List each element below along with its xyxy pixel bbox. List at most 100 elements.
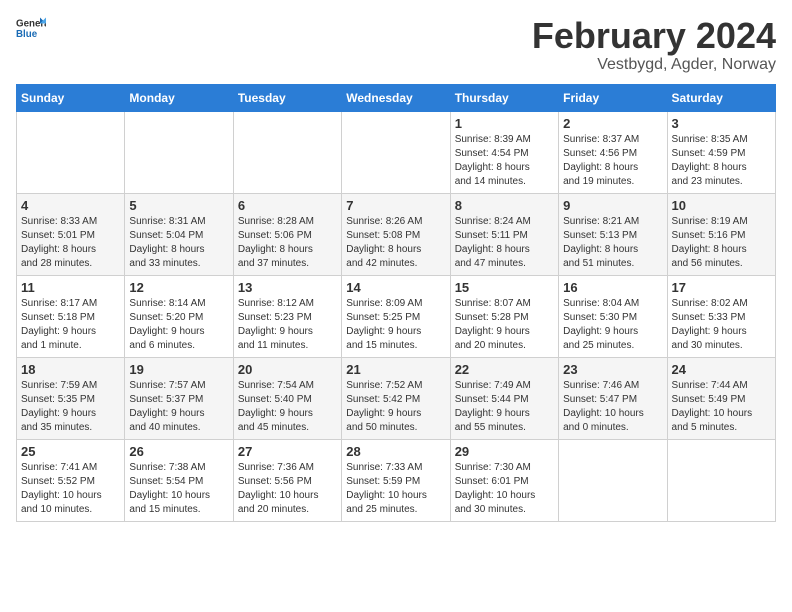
day-number: 16 (563, 280, 662, 295)
calendar-cell: 11Sunrise: 8:17 AMSunset: 5:18 PMDayligh… (17, 275, 125, 357)
day-number: 17 (672, 280, 771, 295)
calendar-cell: 17 Sunrise: 8:02 AMSunset: 5:33 PMDayligh… (667, 275, 775, 357)
day-number: 4 (21, 198, 120, 213)
day-info: Sunrise: 7:49 AMSunset: 5:44 PMDaylight:… (455, 379, 554, 435)
day-info: Sunrise: 8:35 AMSunset: 4:59 PMDaylight:… (672, 133, 771, 189)
calendar-cell: 22 Sunrise: 7:49 AMSunset: 5:44 PMDayligh… (450, 357, 558, 439)
logo-icon: General Blue (16, 16, 46, 40)
calendar-cell: 21 Sunrise: 7:52 AMSunset: 5:42 PMDayligh… (342, 357, 450, 439)
calendar-table: SundayMondayTuesdayWednesdayThursdayFrid… (16, 84, 776, 522)
day-info: Sunrise: 8:31 AMSunset: 5:04 PMDaylight:… (129, 215, 228, 271)
header-friday: Friday (559, 84, 667, 111)
day-info: Sunrise: 8:24 AMSunset: 5:11 PMDaylight:… (455, 215, 554, 271)
calendar-cell: 1 Sunrise: 8:39 AMSunset: 4:54 PMDaylight… (450, 111, 558, 193)
header-wednesday: Wednesday (342, 84, 450, 111)
day-number: 2 (563, 116, 662, 131)
day-number: 15 (455, 280, 554, 295)
header: General Blue February 2024 Vestbygd, Agd… (16, 16, 776, 74)
calendar-cell (233, 111, 341, 193)
day-number: 12 (129, 280, 228, 295)
day-info: Sunrise: 8:39 AMSunset: 4:54 PMDaylight:… (455, 133, 554, 189)
day-number: 21 (346, 362, 445, 377)
calendar-cell: 4 Sunrise: 8:33 AMSunset: 5:01 PMDaylight… (17, 193, 125, 275)
header-tuesday: Tuesday (233, 84, 341, 111)
day-number: 28 (346, 444, 445, 459)
day-info: Sunrise: 8:07 AMSunset: 5:28 PMDaylight:… (455, 297, 554, 353)
calendar-cell (17, 111, 125, 193)
day-info: Sunrise: 7:30 AMSunset: 6:01 PMDaylight:… (455, 461, 554, 517)
calendar-cell: 5 Sunrise: 8:31 AMSunset: 5:04 PMDaylight… (125, 193, 233, 275)
calendar-cell: 7Sunrise: 8:26 AMSunset: 5:08 PMDaylight… (342, 193, 450, 275)
day-number: 13 (238, 280, 337, 295)
calendar-cell (667, 439, 775, 521)
day-info: Sunrise: 7:54 AMSunset: 5:40 PMDaylight:… (238, 379, 337, 435)
day-info: Sunrise: 8:26 AMSunset: 5:08 PMDaylight:… (346, 215, 445, 271)
day-info: Sunrise: 7:33 AMSunset: 5:59 PMDaylight:… (346, 461, 445, 517)
header-thursday: Thursday (450, 84, 558, 111)
calendar-cell: 27 Sunrise: 7:36 AMSunset: 5:56 PMDayligh… (233, 439, 341, 521)
calendar-cell: 20 Sunrise: 7:54 AMSunset: 5:40 PMDayligh… (233, 357, 341, 439)
day-info: Sunrise: 8:33 AMSunset: 5:01 PMDaylight:… (21, 215, 120, 271)
calendar-cell: 16 Sunrise: 8:04 AMSunset: 5:30 PMDayligh… (559, 275, 667, 357)
day-info: Sunrise: 8:21 AMSunset: 5:13 PMDaylight:… (563, 215, 662, 271)
day-number: 19 (129, 362, 228, 377)
week-row-3: 11Sunrise: 8:17 AMSunset: 5:18 PMDayligh… (17, 275, 776, 357)
calendar-cell: 18Sunrise: 7:59 AMSunset: 5:35 PMDayligh… (17, 357, 125, 439)
day-number: 29 (455, 444, 554, 459)
day-number: 22 (455, 362, 554, 377)
calendar-cell: 26Sunrise: 7:38 AMSunset: 5:54 PMDayligh… (125, 439, 233, 521)
header-saturday: Saturday (667, 84, 775, 111)
day-info: Sunrise: 8:09 AMSunset: 5:25 PMDaylight:… (346, 297, 445, 353)
calendar-cell: 15 Sunrise: 8:07 AMSunset: 5:28 PMDayligh… (450, 275, 558, 357)
calendar-cell (559, 439, 667, 521)
day-info: Sunrise: 7:52 AMSunset: 5:42 PMDaylight:… (346, 379, 445, 435)
calendar-cell: 2 Sunrise: 8:37 AMSunset: 4:56 PMDaylight… (559, 111, 667, 193)
title-section: February 2024 Vestbygd, Agder, Norway (532, 16, 776, 74)
day-number: 14 (346, 280, 445, 295)
subtitle: Vestbygd, Agder, Norway (532, 56, 776, 74)
day-info: Sunrise: 7:41 AMSunset: 5:52 PMDaylight:… (21, 461, 120, 517)
day-number: 24 (672, 362, 771, 377)
calendar-cell: 23 Sunrise: 7:46 AMSunset: 5:47 PMDayligh… (559, 357, 667, 439)
day-number: 20 (238, 362, 337, 377)
calendar-cell: 8 Sunrise: 8:24 AMSunset: 5:11 PMDaylight… (450, 193, 558, 275)
day-info: Sunrise: 8:12 AMSunset: 5:23 PMDaylight:… (238, 297, 337, 353)
day-info: Sunrise: 7:44 AMSunset: 5:49 PMDaylight:… (672, 379, 771, 435)
logo: General Blue (16, 16, 46, 40)
calendar-cell (125, 111, 233, 193)
day-number: 6 (238, 198, 337, 213)
calendar-cell: 28 Sunrise: 7:33 AMSunset: 5:59 PMDayligh… (342, 439, 450, 521)
header-sunday: Sunday (17, 84, 125, 111)
day-number: 5 (129, 198, 228, 213)
day-info: Sunrise: 8:04 AMSunset: 5:30 PMDaylight:… (563, 297, 662, 353)
day-number: 10 (672, 198, 771, 213)
day-info: Sunrise: 7:36 AMSunset: 5:56 PMDaylight:… (238, 461, 337, 517)
day-number: 9 (563, 198, 662, 213)
day-number: 25 (21, 444, 120, 459)
svg-text:Blue: Blue (16, 29, 38, 40)
day-number: 1 (455, 116, 554, 131)
day-number: 27 (238, 444, 337, 459)
day-info: Sunrise: 8:37 AMSunset: 4:56 PMDaylight:… (563, 133, 662, 189)
day-number: 3 (672, 116, 771, 131)
day-info: Sunrise: 8:17 AMSunset: 5:18 PMDaylight:… (21, 297, 120, 353)
day-info: Sunrise: 8:02 AMSunset: 5:33 PMDaylight:… (672, 297, 771, 353)
calendar-cell: 3 Sunrise: 8:35 AMSunset: 4:59 PMDaylight… (667, 111, 775, 193)
calendar-cell: 12Sunrise: 8:14 AMSunset: 5:20 PMDayligh… (125, 275, 233, 357)
day-number: 23 (563, 362, 662, 377)
day-info: Sunrise: 7:46 AMSunset: 5:47 PMDaylight:… (563, 379, 662, 435)
calendar-cell: 24 Sunrise: 7:44 AMSunset: 5:49 PMDayligh… (667, 357, 775, 439)
calendar-header-row: SundayMondayTuesdayWednesdayThursdayFrid… (17, 84, 776, 111)
main-title: February 2024 (532, 16, 776, 56)
day-info: Sunrise: 8:19 AMSunset: 5:16 PMDaylight:… (672, 215, 771, 271)
header-monday: Monday (125, 84, 233, 111)
day-number: 26 (129, 444, 228, 459)
calendar-cell: 25 Sunrise: 7:41 AMSunset: 5:52 PMDayligh… (17, 439, 125, 521)
calendar-cell (342, 111, 450, 193)
calendar-cell: 19 Sunrise: 7:57 AMSunset: 5:37 PMDayligh… (125, 357, 233, 439)
day-number: 8 (455, 198, 554, 213)
week-row-5: 25 Sunrise: 7:41 AMSunset: 5:52 PMDayligh… (17, 439, 776, 521)
calendar-cell: 10 Sunrise: 8:19 AMSunset: 5:16 PMDayligh… (667, 193, 775, 275)
calendar-cell: 14 Sunrise: 8:09 AMSunset: 5:25 PMDayligh… (342, 275, 450, 357)
day-info: Sunrise: 7:57 AMSunset: 5:37 PMDaylight:… (129, 379, 228, 435)
